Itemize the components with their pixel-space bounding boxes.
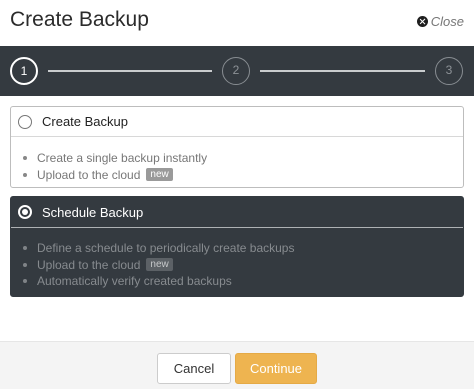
list-item: Upload to the cloud new: [23, 167, 207, 184]
radio-selected-icon[interactable]: [18, 205, 32, 219]
feature-text: Create a single backup instantly: [37, 151, 208, 165]
feature-text: Upload to the cloud: [37, 257, 141, 272]
list-item: Create a single backup instantly: [23, 150, 207, 167]
radio-unselected-icon[interactable]: [18, 114, 32, 129]
new-badge: new: [146, 168, 173, 182]
new-badge: new: [146, 258, 173, 272]
bullet-icon: [23, 246, 27, 251]
dialog-footer: Cancel Continue: [0, 341, 474, 389]
option-create-backup-label[interactable]: Create Backup: [42, 114, 128, 129]
step-connector-2: [260, 70, 425, 72]
bullet-icon: [23, 172, 27, 177]
feature-text: Upload to the cloud: [37, 167, 141, 182]
option-create-backup[interactable]: Create Backup Create a single backup ins…: [10, 106, 464, 188]
option-schedule-backup-header[interactable]: Schedule Backup: [11, 197, 463, 228]
step-1-indicator: 1: [10, 57, 38, 85]
list-item: Upload to the cloud new: [23, 257, 294, 274]
close-circle-icon[interactable]: [416, 16, 428, 27]
list-item: Automatically verify created backups: [23, 273, 294, 290]
close-button[interactable]: Close: [416, 14, 464, 29]
dialog-header: Create Backup Close: [0, 0, 474, 46]
option-schedule-backup[interactable]: Schedule Backup Define a schedule to per…: [10, 196, 464, 297]
wizard-stepper: 1 2 3: [0, 46, 474, 96]
step-connector-1: [48, 70, 212, 72]
option-schedule-backup-features: Define a schedule to periodically create…: [23, 240, 294, 290]
bullet-icon: [23, 279, 27, 284]
close-label[interactable]: Close: [431, 14, 464, 29]
feature-text: Automatically verify created backups: [37, 274, 232, 288]
option-create-backup-header[interactable]: Create Backup: [11, 107, 463, 137]
step-3-indicator: 3: [435, 57, 463, 85]
cancel-button[interactable]: Cancel: [157, 353, 231, 384]
option-schedule-backup-label[interactable]: Schedule Backup: [42, 205, 143, 220]
bullet-icon: [23, 262, 27, 267]
continue-button[interactable]: Continue: [235, 353, 317, 384]
list-item: Define a schedule to periodically create…: [23, 240, 294, 257]
dialog-title: Create Backup: [10, 8, 149, 31]
step-2-indicator: 2: [222, 57, 250, 85]
bullet-icon: [23, 156, 27, 161]
feature-text: Define a schedule to periodically create…: [37, 241, 295, 255]
option-create-backup-features: Create a single backup instantly Upload …: [23, 150, 207, 183]
